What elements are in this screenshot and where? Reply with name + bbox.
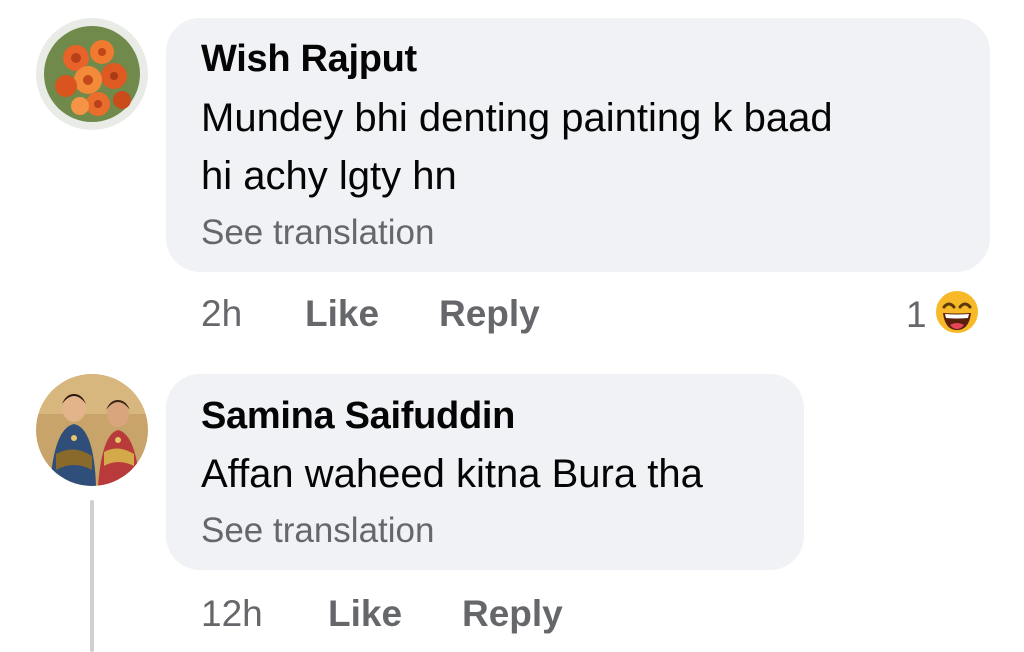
reply-thread-line: [90, 500, 94, 652]
like-button[interactable]: Like: [305, 293, 379, 335]
avatar[interactable]: [36, 374, 148, 486]
avatar[interactable]: [36, 18, 148, 130]
reply-button[interactable]: Reply: [439, 293, 540, 335]
comment-wish-rajput: Wish Rajput Mundey bhi denting painting …: [0, 0, 1024, 350]
see-translation-link[interactable]: See translation: [201, 511, 434, 551]
comment-author[interactable]: Wish Rajput: [201, 38, 417, 81]
comment-text-line-2: hi achy lgty hn: [201, 154, 457, 198]
comment-text-line-1: Mundey bhi denting painting k baad: [201, 96, 833, 140]
comment-timestamp[interactable]: 2h: [201, 293, 242, 335]
comment-samina-saifuddin: Samina Saifuddin Affan waheed kitna Bura…: [0, 350, 1024, 652]
comment-timestamp[interactable]: 12h: [201, 593, 263, 635]
reply-button[interactable]: Reply: [462, 593, 563, 635]
orange-roses-avatar-icon: [36, 18, 148, 130]
comment-text-line-1: Affan waheed kitna Bura tha: [201, 452, 703, 496]
reaction-count: 1: [906, 293, 927, 335]
like-button[interactable]: Like: [328, 593, 402, 635]
see-translation-link[interactable]: See translation: [201, 213, 434, 253]
painted-women-avatar-icon: [36, 374, 148, 486]
reaction-summary[interactable]: 1: [906, 288, 981, 341]
laughing-emoji-icon: [933, 288, 981, 341]
comment-author[interactable]: Samina Saifuddin: [201, 395, 515, 438]
